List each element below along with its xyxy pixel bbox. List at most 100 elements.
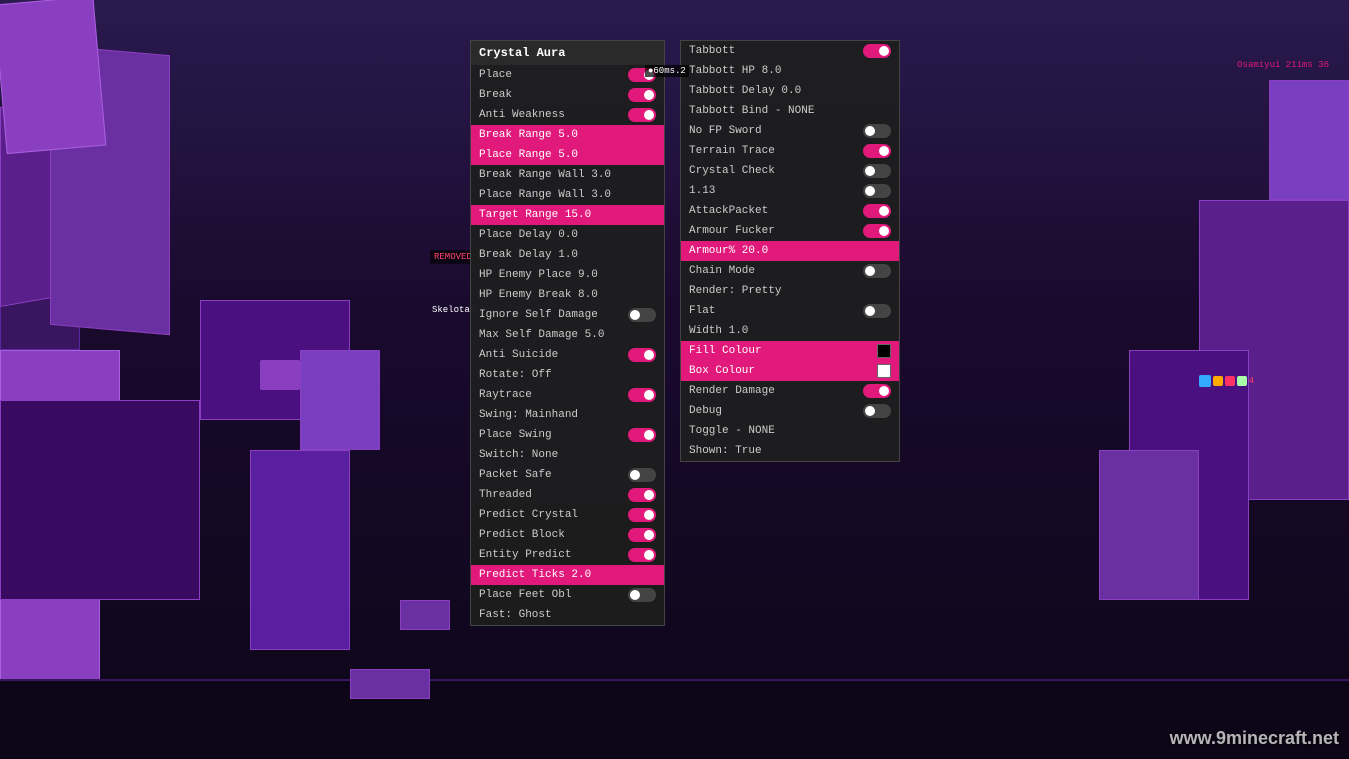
toggle-switch[interactable] xyxy=(863,204,891,218)
toggle-switch[interactable] xyxy=(863,264,891,278)
toggle-switch[interactable] xyxy=(628,428,656,442)
menu-item-label: Box Colour xyxy=(689,365,877,377)
right-menu-item[interactable]: Box Colour xyxy=(681,361,899,381)
right-menu-item[interactable]: Fill Colour xyxy=(681,341,899,361)
left-menu-item[interactable]: Rotate: Off xyxy=(471,365,664,385)
menu-item-label: Flat xyxy=(689,305,863,317)
toggle-switch[interactable] xyxy=(628,468,656,482)
toggle-switch[interactable] xyxy=(628,508,656,522)
left-menu-item[interactable]: Place Range 5.0 xyxy=(471,145,664,165)
right-menu-items: Tabbott Tabbott HP 8.0 Tabbott Delay 0.0Ta… xyxy=(681,41,899,461)
menu-item-label: Width 1.0 xyxy=(689,325,891,337)
left-menu-item[interactable]: HP Enemy Break 8.0 xyxy=(471,285,664,305)
menu-item-label: Predict Ticks 2.0 xyxy=(479,569,656,581)
toggle-switch[interactable] xyxy=(863,164,891,178)
menu-item-label: Place Delay 0.0 xyxy=(479,229,656,241)
left-menu-item[interactable]: Place Range Wall 3.0 xyxy=(471,185,664,205)
right-menu-item[interactable]: Debug xyxy=(681,401,899,421)
left-menu-item[interactable]: Anti Suicide xyxy=(471,345,664,365)
right-menu-item[interactable]: Flat xyxy=(681,301,899,321)
left-menu-item[interactable]: Break Range 5.0 xyxy=(471,125,664,145)
right-menu-item[interactable]: Tabbott HP 8.0 xyxy=(681,61,899,81)
menu-item-label: Anti Weakness xyxy=(479,109,628,121)
left-menu-item[interactable]: Place Delay 0.0 xyxy=(471,225,664,245)
toggle-switch[interactable] xyxy=(628,588,656,602)
toggle-switch[interactable] xyxy=(863,384,891,398)
right-menu-item[interactable]: Chain Mode xyxy=(681,261,899,281)
menu-item-label: Break Delay 1.0 xyxy=(479,249,656,261)
left-menu-item[interactable]: HP Enemy Place 9.0 xyxy=(471,265,664,285)
right-menu-item[interactable]: Shown: True xyxy=(681,441,899,461)
ping-badge: ●60ms.2 xyxy=(645,65,689,77)
toggle-switch[interactable] xyxy=(863,144,891,158)
right-menu-item[interactable]: Tabbott Delay 0.0 xyxy=(681,81,899,101)
toggle-switch[interactable] xyxy=(628,88,656,102)
toggle-switch[interactable] xyxy=(628,308,656,322)
menu-item-label: 1.13 xyxy=(689,185,863,197)
toggle-switch[interactable] xyxy=(863,224,891,238)
toggle-knob xyxy=(644,490,654,500)
toggle-switch[interactable] xyxy=(863,44,891,58)
toggle-knob xyxy=(630,310,640,320)
left-menu-item[interactable]: Place xyxy=(471,65,664,85)
color-swatch-black[interactable] xyxy=(877,344,891,358)
menu-item-label: Render: Pretty xyxy=(689,285,891,297)
toggle-knob xyxy=(865,186,875,196)
right-menu-item[interactable]: AttackPacket xyxy=(681,201,899,221)
left-menu-item[interactable]: Predict Crystal xyxy=(471,505,664,525)
left-menu-item[interactable]: Max Self Damage 5.0 xyxy=(471,325,664,345)
toggle-switch[interactable] xyxy=(863,404,891,418)
toggle-knob xyxy=(879,46,889,56)
menu-item-label: Place Range Wall 3.0 xyxy=(479,189,656,201)
left-menu-item[interactable]: Anti Weakness xyxy=(471,105,664,125)
right-menu-item[interactable]: Tabbott xyxy=(681,41,899,61)
left-menu-item[interactable]: Predict Block xyxy=(471,525,664,545)
left-menu-item[interactable]: Swing: Mainhand xyxy=(471,405,664,425)
toggle-switch[interactable] xyxy=(863,184,891,198)
left-menu-item[interactable]: Predict Ticks 2.0 xyxy=(471,565,664,585)
toggle-switch[interactable] xyxy=(863,304,891,318)
menu-item-label: Ignore Self Damage xyxy=(479,309,628,321)
toggle-switch[interactable] xyxy=(628,108,656,122)
left-menu-item[interactable]: Break xyxy=(471,85,664,105)
left-menu-item[interactable]: Raytrace xyxy=(471,385,664,405)
right-menu-item[interactable]: No FP Sword xyxy=(681,121,899,141)
toggle-knob xyxy=(865,266,875,276)
left-menu-item[interactable]: Place Swing xyxy=(471,425,664,445)
right-menu-item[interactable]: Armour% 20.0 xyxy=(681,241,899,261)
menu-item-label: Toggle - NONE xyxy=(689,425,891,437)
toggle-switch[interactable] xyxy=(628,348,656,362)
toggle-switch[interactable] xyxy=(628,488,656,502)
menu-item-label: Tabbott HP 8.0 xyxy=(689,65,891,77)
color-swatch-white[interactable] xyxy=(877,364,891,378)
right-menu-item[interactable]: Width 1.0 xyxy=(681,321,899,341)
left-menu-item[interactable]: Break Range Wall 3.0 xyxy=(471,165,664,185)
left-menu-item[interactable]: Break Delay 1.0 xyxy=(471,245,664,265)
menu-item-label: Place Feet Obl xyxy=(479,589,628,601)
toggle-knob xyxy=(644,90,654,100)
right-menu-item[interactable]: Toggle - NONE xyxy=(681,421,899,441)
right-menu-item[interactable]: 1.13 xyxy=(681,181,899,201)
toggle-switch[interactable] xyxy=(628,388,656,402)
right-menu-item[interactable]: Tabbott Bind - NONE xyxy=(681,101,899,121)
menu-item-label: AttackPacket xyxy=(689,205,863,217)
menu-item-label: Shown: True xyxy=(689,445,891,457)
right-menu-item[interactable]: Crystal Check xyxy=(681,161,899,181)
left-menu-item[interactable]: Place Feet Obl xyxy=(471,585,664,605)
right-menu-item[interactable]: Render Damage xyxy=(681,381,899,401)
left-menu-item[interactable]: Threaded xyxy=(471,485,664,505)
left-menu-item[interactable]: Ignore Self Damage xyxy=(471,305,664,325)
toggle-switch[interactable] xyxy=(628,548,656,562)
right-menu-item[interactable]: Terrain Trace xyxy=(681,141,899,161)
right-menu-item[interactable]: Armour Fucker xyxy=(681,221,899,241)
left-menu-item[interactable]: Switch: None xyxy=(471,445,664,465)
left-menu-item[interactable]: Entity Predict xyxy=(471,545,664,565)
menu-item-label: Max Self Damage 5.0 xyxy=(479,329,656,341)
left-menu-item[interactable]: Fast: Ghost xyxy=(471,605,664,625)
left-menu-item[interactable]: Packet Safe xyxy=(471,465,664,485)
left-menu-item[interactable]: Target Range 15.0 xyxy=(471,205,664,225)
toggle-switch[interactable] xyxy=(628,528,656,542)
toggle-switch[interactable] xyxy=(863,124,891,138)
right-menu-item[interactable]: Render: Pretty xyxy=(681,281,899,301)
toggle-knob xyxy=(879,146,889,156)
